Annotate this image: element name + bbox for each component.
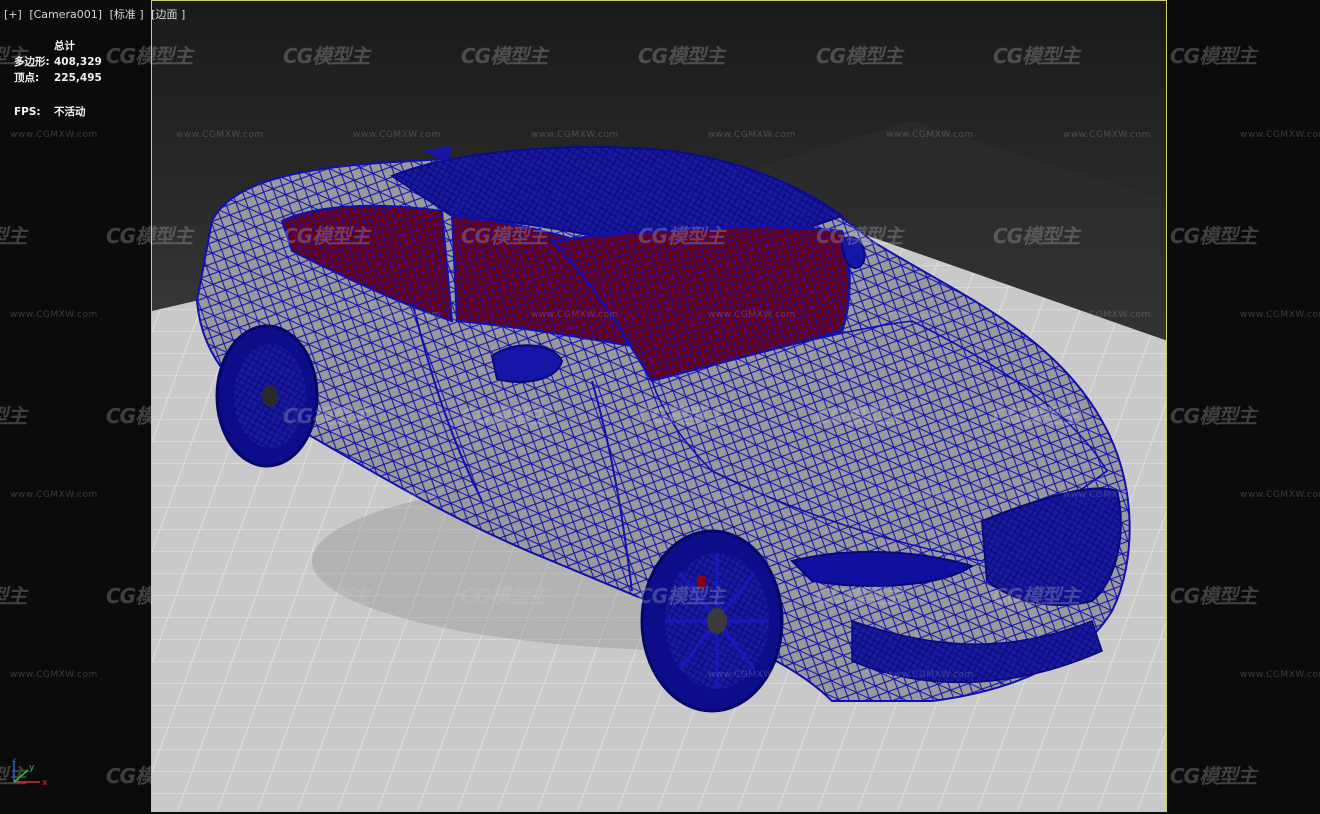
front-wheel [640, 529, 784, 713]
z-axis-label: z [12, 758, 17, 765]
camera-viewport[interactable] [151, 0, 1167, 812]
stats-header: 总计 [54, 40, 75, 52]
viewport-label-menu: [+] [Camera001] [标准 ] [边面 ] [4, 6, 189, 22]
viewport-shading-menu[interactable]: [标准 ] [110, 8, 144, 21]
x-axis-label: x [42, 778, 48, 788]
y-axis-line [13, 769, 29, 783]
vertices-value: 225,495 [54, 72, 102, 84]
viewport-camera-menu[interactable]: [Camera001] [29, 8, 102, 21]
polygons-value: 408,329 [54, 56, 102, 68]
rear-wheel [215, 324, 319, 468]
vertices-label: 顶点: [14, 72, 40, 84]
car-wireframe-render [152, 121, 1166, 811]
polygons-label: 多边形: [14, 56, 50, 68]
fps-value: 不活动 [54, 106, 86, 118]
viewport-plus-menu[interactable]: [+] [4, 8, 22, 21]
scene-statistics: 总计 多边形: 408,329 顶点: 225,495 FPS: 不活动 [14, 38, 102, 120]
left-dark-margin [0, 0, 151, 814]
right-dark-margin [1169, 0, 1320, 814]
axis-gizmo: x z y [12, 758, 48, 788]
y-axis-label: y [29, 763, 35, 773]
fps-label: FPS: [14, 106, 41, 118]
viewport-edges-menu[interactable]: [边面 ] [151, 8, 185, 21]
